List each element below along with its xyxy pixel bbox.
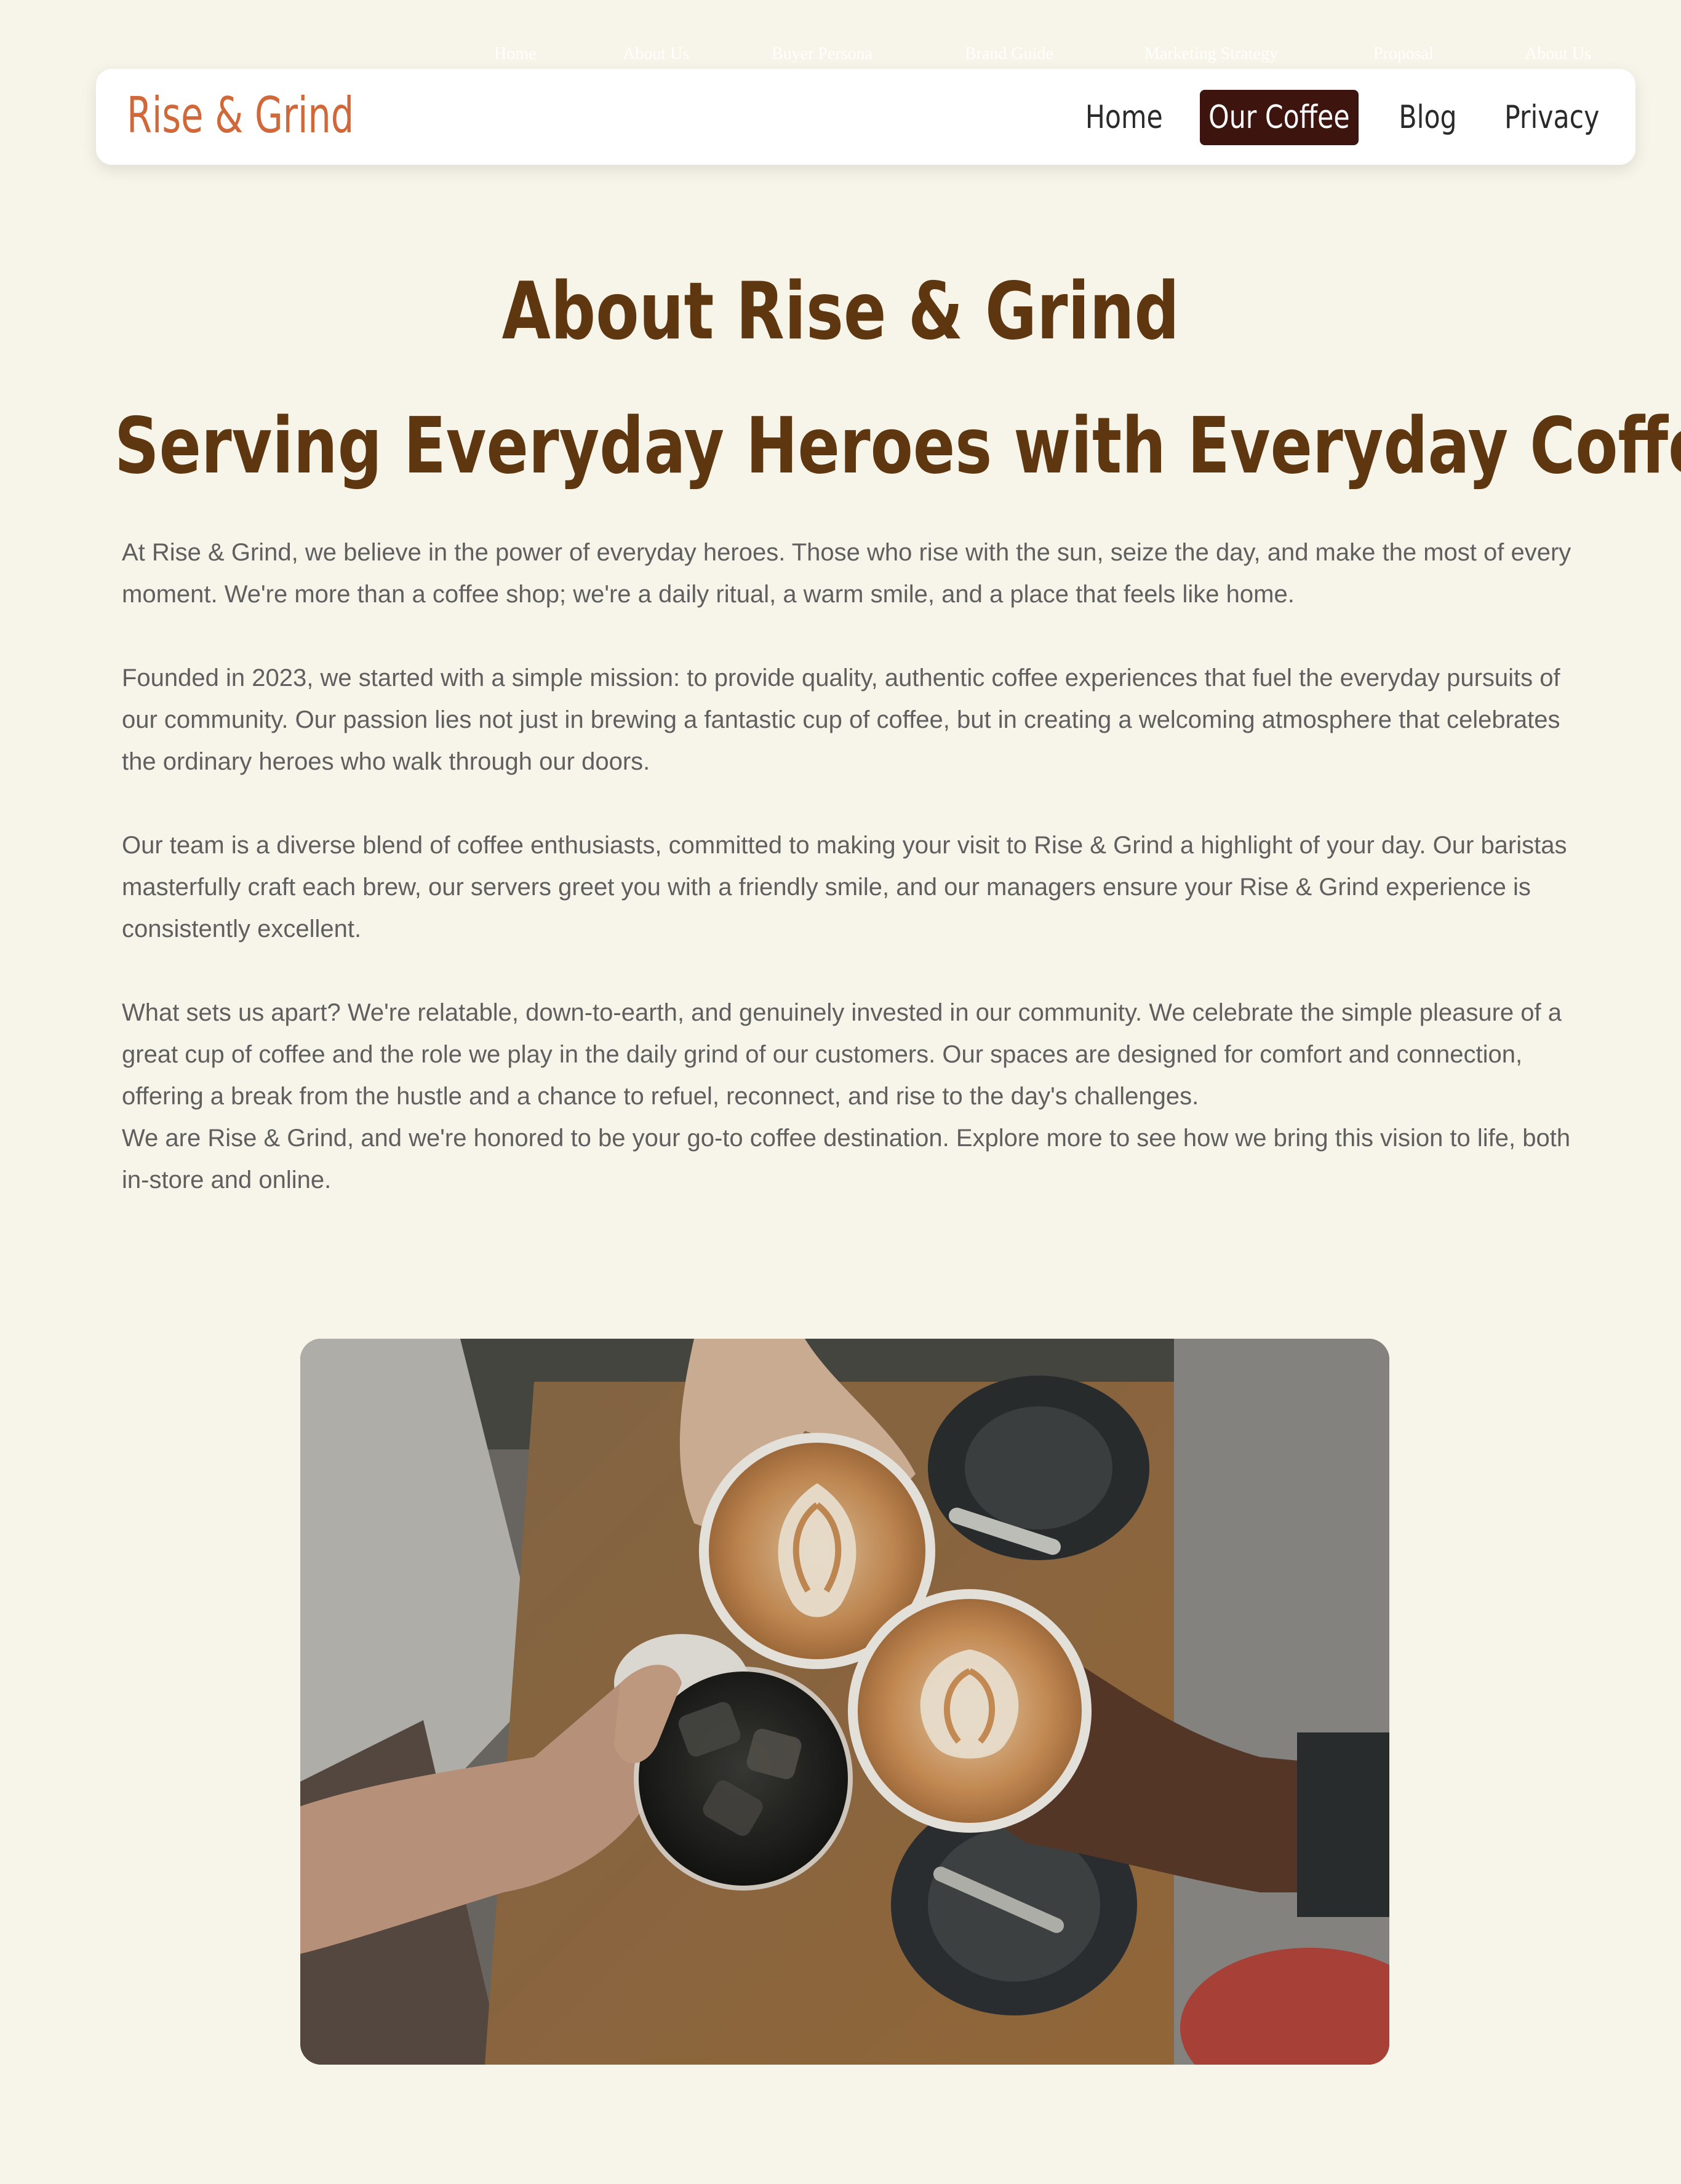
paragraph-closing: We are Rise & Grind, and we're honored t…	[122, 1125, 1571, 1194]
page-title: About Rise & Grind	[0, 266, 1681, 358]
paragraph-team: Our team is a diverse blend of coffee en…	[122, 832, 1567, 943]
ghost-nav-item: About Us	[1525, 44, 1592, 63]
coffee-toast-photo	[300, 1339, 1389, 2065]
about-content: At Rise & Grind, we believe in the power…	[122, 532, 1574, 1201]
ghost-nav-item: Buyer Persona	[772, 44, 873, 63]
paragraph-intro: At Rise & Grind, we believe in the power…	[122, 539, 1571, 608]
ghost-nav-item: Proposal	[1373, 44, 1434, 63]
nav-home-label: Home	[1085, 99, 1163, 136]
ghost-nav-item: About Us	[623, 44, 690, 63]
paragraph-difference: What sets us apart? We're relatable, dow…	[122, 999, 1562, 1110]
paragraph-founded: Founded in 2023, we started with a simpl…	[122, 664, 1560, 775]
nav-privacy[interactable]: Privacy	[1493, 90, 1611, 145]
section-heading: Serving Everyday Heroes with Everyday Co…	[114, 401, 1681, 491]
ghost-nav-item: Brand Guide	[965, 44, 1053, 63]
ghost-nav-item: Marketing Strategy	[1144, 44, 1278, 63]
ghost-nav-item: Home	[494, 44, 537, 63]
nav-blog-label: Blog	[1398, 99, 1457, 136]
site-header: Rise & Grind Home Our Coffee Blog Privac…	[96, 69, 1635, 165]
page-title-text: About Rise & Grind	[501, 266, 1180, 357]
brand-logo[interactable]: Rise & Grind	[127, 85, 354, 146]
nav-blog[interactable]: Blog	[1388, 90, 1467, 145]
nav-our-coffee[interactable]: Our Coffee	[1200, 90, 1359, 145]
nav-privacy-label: Privacy	[1504, 99, 1600, 136]
background-top-nav: Home About Us Buyer Persona Brand Guide …	[0, 44, 1681, 69]
nav-home[interactable]: Home	[1078, 90, 1170, 145]
nav-our-coffee-label: Our Coffee	[1208, 99, 1350, 136]
